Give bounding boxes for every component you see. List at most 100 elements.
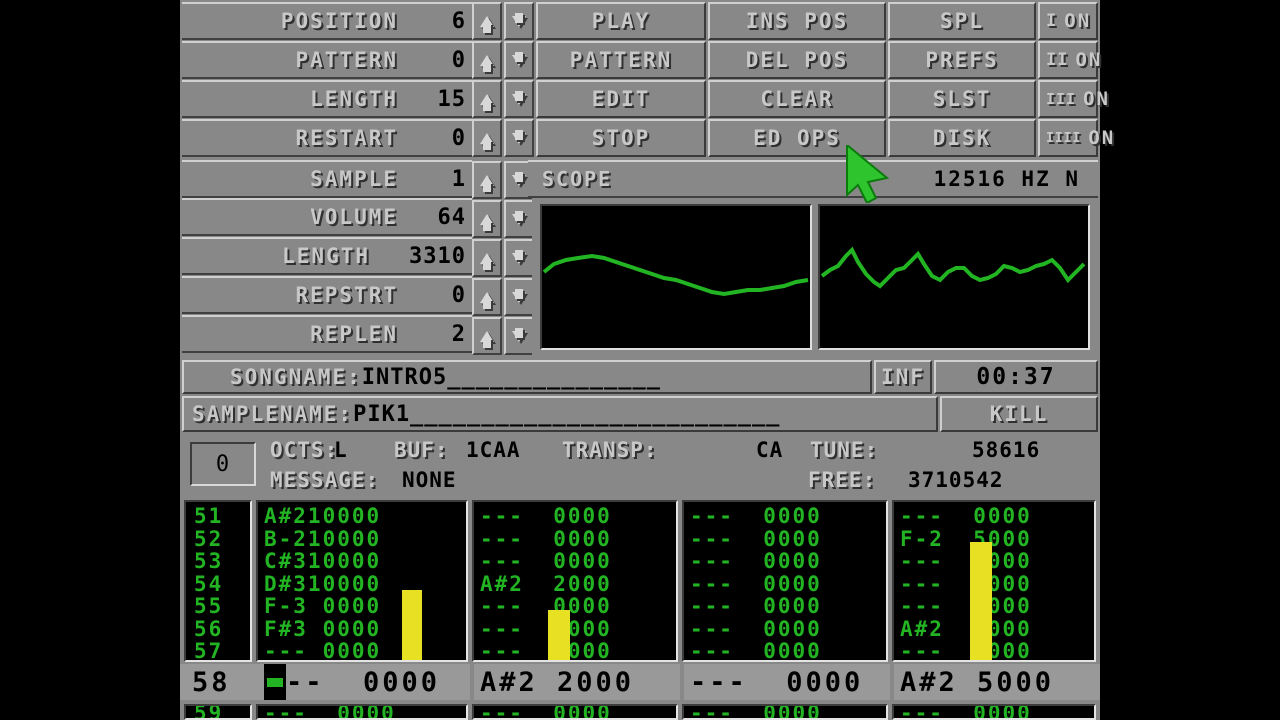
message-label: MESSAGE: bbox=[270, 468, 380, 492]
replen-down-button[interactable] bbox=[504, 317, 534, 355]
arrow-stem bbox=[483, 62, 491, 72]
param-row-sample-length[interactable]: LENGTH 3310 bbox=[182, 237, 472, 275]
current-row-number: 58 bbox=[192, 666, 231, 698]
prefs-button[interactable]: PREFS bbox=[888, 41, 1036, 79]
sample-length-down-button[interactable] bbox=[504, 239, 534, 277]
channel-1-state: ON bbox=[1064, 10, 1092, 32]
samplename-field[interactable]: SAMPLENAME: PIK1________________________… bbox=[182, 396, 938, 432]
stop-button[interactable]: STOP bbox=[536, 119, 706, 157]
vu-meter-track-2 bbox=[548, 610, 570, 660]
edit-button[interactable]: EDIT bbox=[536, 80, 706, 118]
samplename-value: PIK1__________________________ bbox=[353, 401, 781, 427]
param-value-length: 15 bbox=[437, 86, 466, 112]
arrow-stem bbox=[483, 260, 491, 270]
length-down-button[interactable] bbox=[504, 80, 534, 118]
arrow-stem bbox=[483, 221, 491, 231]
channel-1-toggle[interactable]: I ON bbox=[1038, 2, 1098, 40]
replen-up-button[interactable] bbox=[472, 317, 502, 355]
param-label-position: POSITION bbox=[280, 9, 398, 33]
pattern-track-3[interactable]: --- 0000 --- 0000 --- 0000 --- 0000 --- … bbox=[682, 500, 888, 662]
channel-2-numeral: II bbox=[1046, 50, 1069, 70]
position-up-button[interactable] bbox=[472, 2, 502, 40]
sample-label: SAMPLE bbox=[310, 167, 398, 191]
free-label: FREE: bbox=[808, 468, 877, 492]
param-label-volume: VOLUME bbox=[310, 205, 398, 229]
volume-up-button[interactable] bbox=[472, 200, 502, 238]
next-row-track-3-text: --- 0000 bbox=[690, 704, 822, 720]
pattern-up-button[interactable] bbox=[472, 41, 502, 79]
pattern-track-3-text: --- 0000 --- 0000 --- 0000 --- 0000 --- … bbox=[690, 504, 822, 662]
pattern-button[interactable]: PATTERN bbox=[536, 41, 706, 79]
param-row-position[interactable]: POSITION 6 bbox=[182, 2, 472, 40]
param-row-restart[interactable]: RESTART 0 bbox=[182, 119, 472, 157]
disk-button[interactable]: DISK bbox=[888, 119, 1036, 157]
kill-button[interactable]: KILL bbox=[940, 396, 1098, 432]
param-value-replen: 2 bbox=[451, 321, 466, 347]
next-row-rownum-text: 59 bbox=[194, 704, 224, 720]
arrow-stem bbox=[483, 338, 491, 348]
channel-3-state: ON bbox=[1083, 88, 1110, 110]
spl-button[interactable]: SPL bbox=[888, 2, 1036, 40]
track-separator-2 bbox=[680, 664, 684, 700]
param-row-pattern[interactable]: PATTERN 0 bbox=[182, 41, 472, 79]
channel-2-toggle[interactable]: II ON bbox=[1038, 41, 1100, 79]
position-down-button[interactable] bbox=[504, 2, 534, 40]
param-value-sample-length: 3310 bbox=[409, 243, 466, 269]
octave-box[interactable]: 0 bbox=[190, 442, 256, 486]
next-row-track-4: --- 0000 bbox=[892, 704, 1096, 720]
next-row-track-1-text: --- 0000 bbox=[264, 704, 396, 720]
song-time-display: 00:37 bbox=[934, 360, 1098, 394]
param-value-volume: 64 bbox=[437, 204, 466, 230]
vu-meter-track-1 bbox=[402, 590, 422, 660]
pattern-rownum-column: 51 52 53 54 55 56 57 bbox=[184, 500, 252, 662]
ins-pos-button[interactable]: INS POS bbox=[708, 2, 886, 40]
pattern-track-1[interactable]: A#210000 B-210000 C#310000 D#310000 F-3 … bbox=[256, 500, 468, 662]
pattern-track-4[interactable]: --- 0000 F-2 5000 --- 0000 --- 0000 --- … bbox=[892, 500, 1096, 662]
clear-button[interactable]: CLEAR bbox=[708, 80, 886, 118]
param-row-repstrt[interactable]: REPSTRT 0 bbox=[182, 276, 472, 314]
disk-label: DISK bbox=[932, 126, 992, 150]
repstrt-up-button[interactable] bbox=[472, 278, 502, 316]
sample-value: 1 bbox=[451, 166, 466, 192]
samplename-label: SAMPLENAME: bbox=[192, 402, 354, 426]
arrow-stem bbox=[515, 328, 523, 338]
length-up-button[interactable] bbox=[472, 80, 502, 118]
pattern-down-button[interactable] bbox=[504, 41, 534, 79]
sample-length-up-button[interactable] bbox=[472, 239, 502, 277]
restart-up-button[interactable] bbox=[472, 119, 502, 157]
arrow-stem bbox=[515, 289, 523, 299]
play-button[interactable]: PLAY bbox=[536, 2, 706, 40]
tune-value: 58616 bbox=[972, 438, 1041, 462]
param-row-length[interactable]: LENGTH 15 bbox=[182, 80, 472, 118]
pattern-track-2[interactable]: --- 0000 --- 0000 --- 0000 A#2 2000 --- … bbox=[472, 500, 678, 662]
clear-label: CLEAR bbox=[760, 87, 834, 111]
restart-down-button[interactable] bbox=[504, 119, 534, 157]
tune-label: TUNE: bbox=[810, 438, 879, 462]
param-label-pattern: PATTERN bbox=[295, 48, 398, 72]
param-row-volume[interactable]: VOLUME 64 bbox=[182, 198, 472, 236]
param-value-repstrt: 0 bbox=[451, 282, 466, 308]
buf-label: BUF: bbox=[394, 438, 449, 462]
sample-up-button[interactable] bbox=[472, 161, 502, 199]
song-time-value: 00:37 bbox=[976, 364, 1056, 390]
pattern-track-2-text: --- 0000 --- 0000 --- 0000 A#2 2000 --- … bbox=[480, 504, 612, 662]
channel-3-toggle[interactable]: III ON bbox=[1038, 80, 1108, 118]
slst-label: SLST bbox=[932, 87, 992, 111]
buf-value: 1CAA bbox=[466, 438, 521, 462]
mouse-pointer bbox=[843, 142, 897, 205]
slst-button[interactable]: SLST bbox=[888, 80, 1036, 118]
volume-down-button[interactable] bbox=[504, 200, 534, 238]
scope-bar[interactable]: SCOPE 12516 HZ N bbox=[528, 160, 1098, 198]
pattern-track-4-text: --- 0000 F-2 5000 --- 0000 --- 0000 --- … bbox=[900, 504, 1032, 662]
del-pos-button[interactable]: DEL POS bbox=[708, 41, 886, 79]
scope-label: SCOPE bbox=[542, 167, 613, 191]
sample-row[interactable]: SAMPLE 1 bbox=[182, 160, 472, 198]
current-row-track-1: -- 0000 bbox=[286, 666, 441, 698]
pattern-current-row[interactable]: 58 -- 0000 A#2 2000 --- 0000 A#2 5000 bbox=[180, 664, 1100, 700]
repstrt-down-button[interactable] bbox=[504, 278, 534, 316]
channel-4-toggle[interactable]: IIII ON bbox=[1038, 119, 1113, 157]
param-row-replen[interactable]: REPLEN 2 bbox=[182, 315, 472, 353]
edit-label: EDIT bbox=[591, 87, 651, 111]
songname-field[interactable]: SONGNAME: INTRO5_______________ bbox=[182, 360, 872, 394]
inf-button[interactable]: INF bbox=[874, 360, 932, 394]
